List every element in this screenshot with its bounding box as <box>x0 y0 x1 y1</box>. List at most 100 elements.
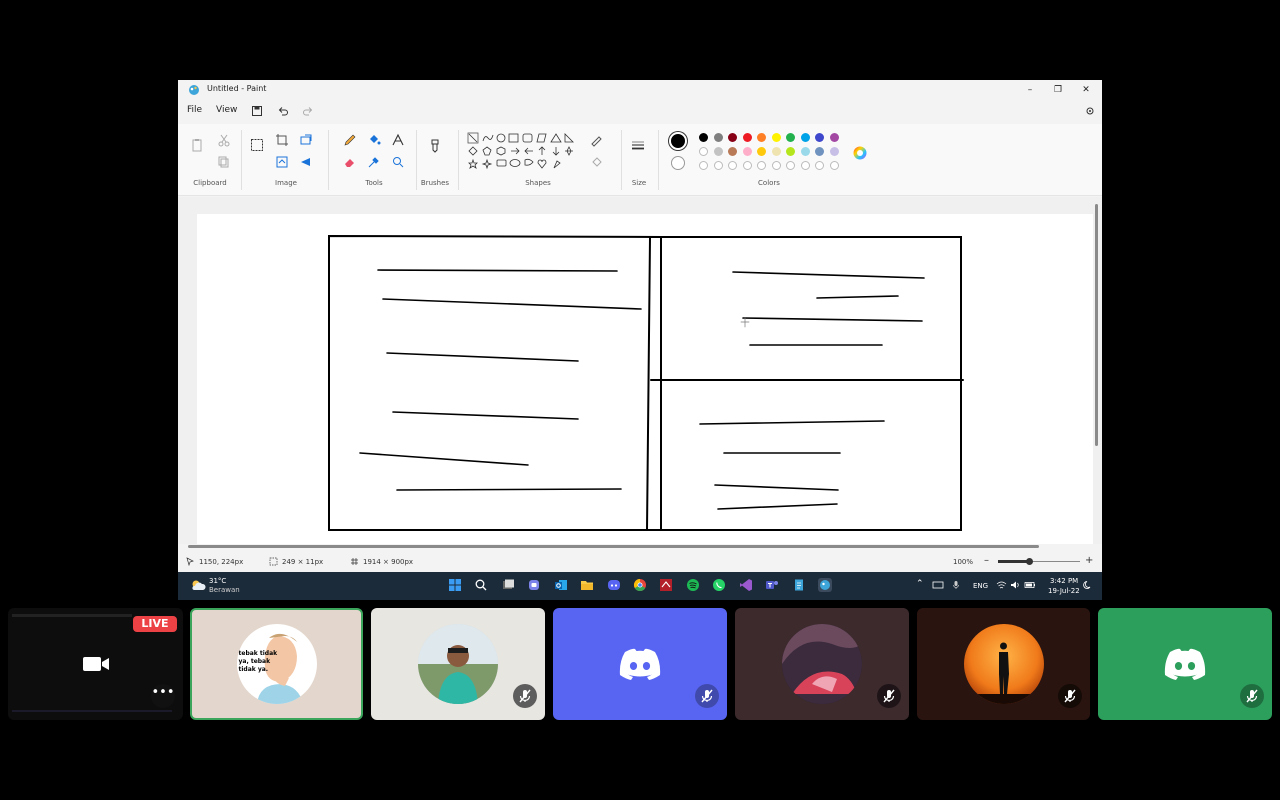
flip-icon[interactable] <box>299 155 313 169</box>
crop-icon[interactable] <box>275 133 289 147</box>
zoom-slider-thumb[interactable] <box>1026 558 1033 565</box>
custom-color-slot[interactable] <box>757 161 766 170</box>
color-swatch[interactable] <box>713 133 723 142</box>
color-swatch[interactable] <box>786 133 795 142</box>
settings-icon[interactable] <box>1084 105 1096 117</box>
color-swatch[interactable] <box>757 133 766 142</box>
participant-tile[interactable] <box>917 608 1090 720</box>
volume-icon[interactable] <box>1010 578 1021 592</box>
discord-taskbar-icon[interactable] <box>607 578 621 592</box>
clock-date[interactable]: 19-Jul-22 <box>1048 587 1080 595</box>
save-icon[interactable] <box>251 105 263 117</box>
wifi-icon[interactable] <box>996 578 1007 592</box>
search-icon[interactable] <box>474 578 488 592</box>
cut-icon[interactable] <box>217 133 231 147</box>
color-swatch[interactable] <box>742 133 752 142</box>
participant-tile[interactable] <box>371 608 545 720</box>
custom-color-slot[interactable] <box>742 161 752 170</box>
color-swatch[interactable] <box>815 133 824 142</box>
color-swatch[interactable] <box>800 133 810 142</box>
custom-color-slot[interactable] <box>829 161 839 170</box>
battery-icon[interactable] <box>1024 578 1036 592</box>
participant-tile[interactable] <box>553 608 727 720</box>
secondary-color[interactable] <box>671 156 685 170</box>
color-swatch[interactable] <box>757 147 766 156</box>
zoom-in-button[interactable]: + <box>1085 555 1093 566</box>
rotate-icon[interactable] <box>275 155 289 169</box>
color-swatch[interactable] <box>771 147 781 156</box>
more-options-button[interactable]: ••• <box>151 684 175 708</box>
custom-color-slot[interactable] <box>713 161 723 170</box>
stroke-size-icon[interactable] <box>631 139 645 153</box>
custom-color-slot[interactable] <box>699 161 708 170</box>
notepad-icon[interactable] <box>792 578 806 592</box>
paint-taskbar-icon[interactable] <box>818 578 832 592</box>
clock-time[interactable]: 3:42 PM <box>1050 577 1078 585</box>
microphone-icon[interactable] <box>951 578 961 592</box>
maximize-button[interactable]: ❐ <box>1044 82 1072 98</box>
edit-colors-icon[interactable] <box>852 145 868 161</box>
tray-overflow-icon[interactable]: ⌃ <box>916 579 924 589</box>
custom-color-slot[interactable] <box>800 161 810 170</box>
color-swatch[interactable] <box>699 133 708 142</box>
horizontal-scrollbar[interactable] <box>188 545 1039 548</box>
pencil-icon[interactable] <box>343 133 357 147</box>
file-explorer-icon[interactable] <box>580 578 594 592</box>
menu-file[interactable]: File <box>187 105 202 115</box>
copy-icon[interactable] <box>217 155 231 169</box>
undo-icon[interactable] <box>277 105 289 117</box>
language-indicator[interactable]: ENG <box>973 582 988 590</box>
shape-fill-icon[interactable] <box>590 156 604 170</box>
select-icon[interactable] <box>250 138 264 152</box>
spotify-icon[interactable] <box>686 578 700 592</box>
participant-tile-speaking[interactable]: tebak tidak ya, tebak tidak ya. <box>190 608 363 720</box>
vertical-scrollbar[interactable] <box>1095 204 1098 446</box>
redo-icon[interactable] <box>302 105 314 117</box>
paste-icon[interactable] <box>190 138 204 152</box>
color-swatch[interactable] <box>786 147 795 156</box>
chrome-icon[interactable] <box>633 578 647 592</box>
color-swatch[interactable] <box>829 133 839 142</box>
visual-studio-icon[interactable] <box>739 578 753 592</box>
color-swatch[interactable] <box>728 147 737 156</box>
menu-view[interactable]: View <box>216 105 237 115</box>
custom-color-slot[interactable] <box>786 161 795 170</box>
outlook-icon[interactable] <box>554 578 568 592</box>
eraser-icon[interactable] <box>343 155 357 169</box>
weather-icon[interactable] <box>190 578 206 592</box>
magnifier-icon[interactable] <box>391 155 405 169</box>
game-app-icon[interactable] <box>659 578 673 592</box>
minimize-button[interactable]: – <box>1016 82 1044 98</box>
color-swatch[interactable] <box>713 147 723 156</box>
custom-color-slot[interactable] <box>771 161 781 170</box>
color-swatch[interactable] <box>699 147 708 156</box>
primary-color[interactable] <box>669 132 687 150</box>
resize-icon[interactable] <box>299 133 313 147</box>
whatsapp-icon[interactable] <box>712 578 726 592</box>
task-view-icon[interactable] <box>501 578 515 592</box>
color-swatch[interactable] <box>771 133 781 142</box>
color-swatch[interactable] <box>742 147 752 156</box>
notifications-icon[interactable] <box>1082 578 1093 592</box>
brush-icon[interactable] <box>428 139 442 153</box>
close-button[interactable]: ✕ <box>1072 82 1100 98</box>
keyboard-icon[interactable] <box>932 578 944 592</box>
start-icon[interactable] <box>448 578 462 592</box>
shapes-gallery[interactable] <box>467 132 577 172</box>
color-swatch[interactable] <box>829 147 839 156</box>
color-swatch[interactable] <box>815 147 824 156</box>
custom-color-slot[interactable] <box>815 161 824 170</box>
custom-color-slot[interactable] <box>728 161 737 170</box>
teams-icon[interactable] <box>765 578 779 592</box>
color-swatch[interactable] <box>728 133 737 142</box>
outline-icon[interactable] <box>590 134 604 148</box>
fill-bucket-icon[interactable] <box>367 133 381 147</box>
drawing-canvas[interactable] <box>197 214 1093 544</box>
participant-tile[interactable] <box>735 608 909 720</box>
color-swatch[interactable] <box>800 147 810 156</box>
color-picker-icon[interactable] <box>367 155 381 169</box>
stream-preview-tile[interactable]: LIVE ••• <box>8 608 183 720</box>
zoom-out-button[interactable]: – <box>984 555 989 566</box>
participant-tile[interactable] <box>1098 608 1272 720</box>
teams-chat-icon[interactable] <box>527 578 541 592</box>
